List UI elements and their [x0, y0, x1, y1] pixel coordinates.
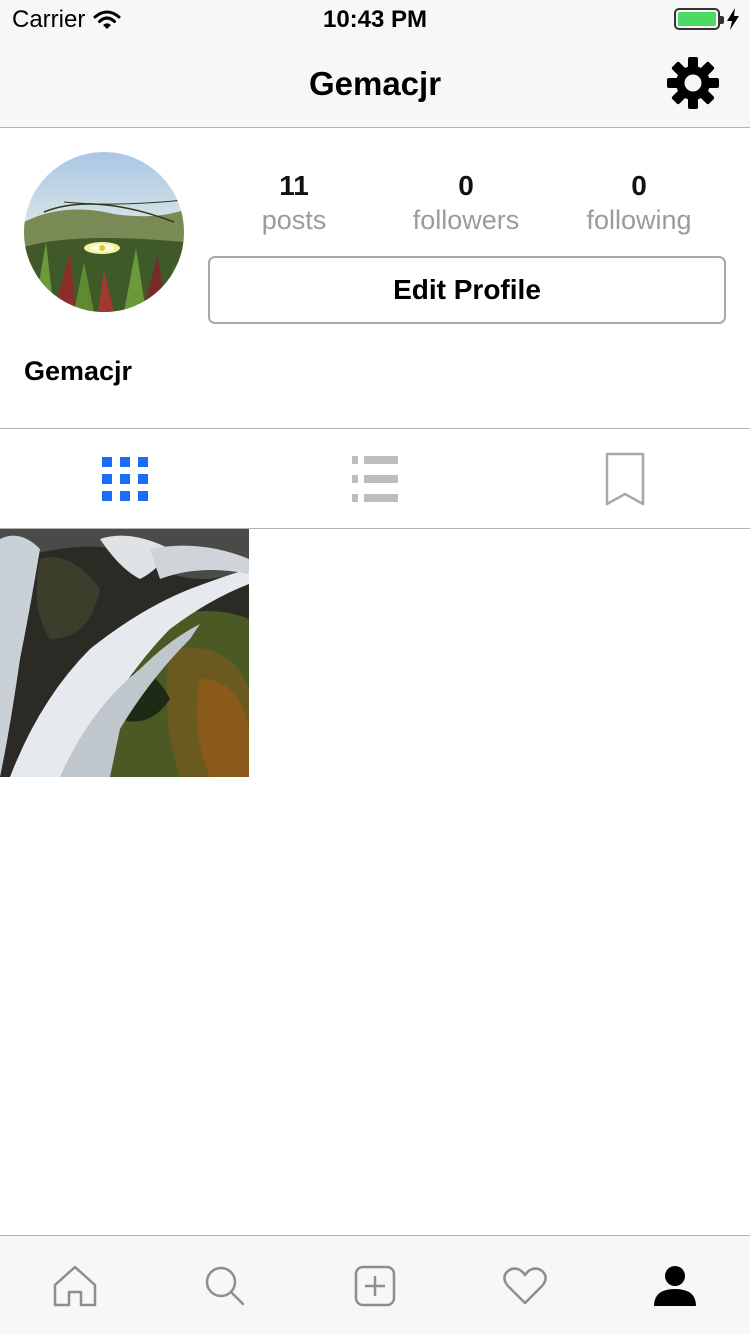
stat-followers-label: followers [412, 205, 520, 235]
profile-avatar[interactable] [24, 152, 184, 312]
charging-bolt-icon [727, 8, 739, 30]
profile-display-name: Gemacjr [24, 356, 133, 386]
stat-following[interactable]: 0 following [559, 168, 719, 236]
stat-following-count: 0 [631, 170, 647, 201]
battery-level-fill [678, 12, 716, 26]
stat-posts[interactable]: 11 posts [214, 168, 374, 236]
stat-followers[interactable]: 0 followers [386, 168, 546, 236]
edit-profile-button[interactable]: Edit Profile [208, 256, 726, 324]
tab-list-view[interactable] [250, 429, 500, 529]
tab-activity[interactable] [450, 1236, 600, 1334]
add-post-icon [354, 1265, 396, 1306]
stat-posts-count: 11 [279, 170, 309, 201]
profile-view-tabs [0, 428, 750, 529]
battery-icon [674, 8, 724, 30]
stat-followers-count: 0 [458, 170, 474, 201]
post-thumbnail[interactable] [0, 529, 249, 777]
status-bar: Carrier 10:43 PM [0, 0, 750, 40]
battery-indicator [674, 8, 740, 30]
stat-following-label: following [586, 205, 692, 235]
tab-new-post[interactable] [300, 1236, 450, 1334]
settings-gear-icon[interactable] [666, 56, 720, 110]
bookmark-icon [605, 452, 645, 506]
grid-icon [102, 457, 148, 501]
stat-posts-label: posts [261, 205, 327, 235]
tab-home[interactable] [0, 1236, 150, 1334]
heart-icon [503, 1266, 547, 1304]
status-time: 10:43 PM [322, 6, 428, 33]
tab-profile[interactable] [600, 1236, 750, 1334]
search-icon [205, 1266, 245, 1305]
tab-saved-view[interactable] [500, 429, 750, 529]
tab-search[interactable] [150, 1236, 300, 1334]
home-icon [53, 1265, 97, 1306]
tab-grid-view[interactable] [0, 429, 250, 529]
navigation-bar: Gemacjr [0, 40, 750, 128]
bottom-tab-bar [0, 1235, 750, 1334]
profile-icon [654, 1265, 696, 1306]
nav-title: Gemacjr [308, 65, 442, 102]
list-icon [352, 456, 398, 502]
